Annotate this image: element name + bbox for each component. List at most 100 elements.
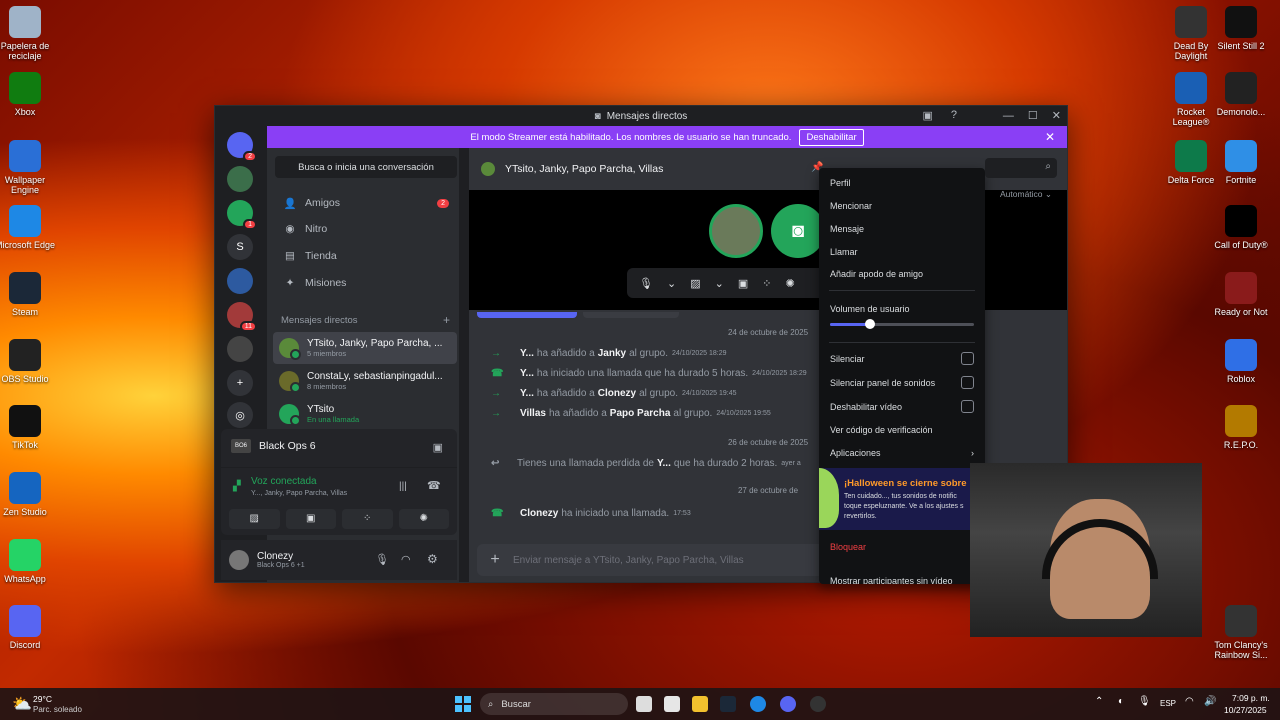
menu-item-profile[interactable]: Perfil (830, 178, 974, 188)
edge-taskbar-icon[interactable] (750, 696, 766, 712)
chevron-up-icon[interactable]: ⌃ (1095, 696, 1103, 707)
message-target[interactable]: Clonezy (598, 388, 636, 399)
nav-shop[interactable]: ▤ Tienda (275, 243, 457, 269)
soundboard-icon[interactable]: ✺ (785, 277, 794, 290)
taskbar-search[interactable]: ⌕ Buscar (480, 693, 628, 715)
volume-slider-handle[interactable] (865, 319, 876, 329)
nav-quests[interactable]: ✦ Misiones (275, 270, 457, 296)
desktop-icon[interactable]: Wallpaper Engine (0, 140, 56, 195)
disable-video-checkbox[interactable] (961, 400, 974, 413)
file-explorer-icon[interactable] (692, 696, 708, 712)
server-icon[interactable] (227, 268, 253, 294)
volume-icon[interactable]: 🔊 (1204, 696, 1216, 707)
menu-item-apps[interactable]: Aplicaciones › (830, 448, 974, 458)
steam-taskbar-icon[interactable] (720, 696, 736, 712)
desktop-icon[interactable]: OBS Studio (0, 339, 56, 384)
avatar[interactable] (229, 550, 249, 570)
obs-taskbar-icon[interactable] (810, 696, 826, 712)
menu-item-disable-video[interactable]: Deshabilitar vídeo (830, 400, 974, 413)
server-icon[interactable] (227, 336, 253, 362)
desktop-icon[interactable]: TikTok (0, 405, 56, 450)
discover-icon[interactable]: ◎ (227, 402, 253, 428)
nav-nitro[interactable]: ◉ Nitro (275, 216, 457, 242)
camera-off-icon[interactable]: ▨ (690, 277, 700, 290)
dm-item[interactable]: ConstaLy, sebastianpingadul... 8 miembros (273, 365, 457, 397)
message-author[interactable]: Villas (520, 408, 546, 419)
desktop-icon[interactable]: Microsoft Edge (0, 205, 56, 250)
halloween-promo[interactable]: ¡Halloween se cierne sobre Ten cuidado..… (819, 468, 985, 530)
add-attachment-icon[interactable]: + (477, 551, 513, 569)
disable-streamer-button[interactable]: Deshabilitar (799, 128, 864, 146)
microphone-icon[interactable]: 🎙 (375, 553, 389, 566)
message-target[interactable]: Janky (598, 348, 626, 359)
disconnect-icon[interactable]: ☎ (427, 479, 441, 492)
activities-button[interactable]: ⁘ (342, 509, 393, 529)
server-icon[interactable]: 2 (227, 132, 257, 162)
message-author[interactable]: Clonezy (520, 508, 558, 519)
activities-icon[interactable]: ⁘ (762, 277, 771, 290)
screen-share-button[interactable]: ▣ (285, 509, 336, 529)
desktop-icon[interactable]: Fortnite (1210, 140, 1272, 185)
menu-item-message[interactable]: Mensaje (830, 224, 974, 234)
clock-time[interactable]: 7:09 p. m. (1232, 693, 1270, 703)
menu-item-mute[interactable]: Silenciar (830, 352, 974, 365)
maximize-button[interactable]: ☐ (1028, 106, 1038, 126)
weather-temp[interactable]: 29°C (33, 694, 52, 704)
close-button[interactable]: ✕ (1052, 106, 1061, 126)
voice-status[interactable]: Voz conectada (251, 476, 317, 487)
chevron-down-icon[interactable]: ⌄ (667, 277, 676, 290)
language-indicator[interactable]: ESP (1160, 699, 1176, 708)
menu-item-mention[interactable]: Mencionar (830, 201, 974, 211)
desktop-icon[interactable]: Steam (0, 272, 56, 317)
chat-search-input[interactable]: ⌕ (985, 158, 1057, 178)
desktop-icon[interactable]: Discord (0, 605, 56, 650)
menu-item-show-participants[interactable]: Mostrar participantes sin vídeo (830, 576, 974, 584)
desktop-icon[interactable]: Call of Duty® (1210, 205, 1272, 250)
menu-item-add-nickname[interactable]: Añadir apodo de amigo (830, 269, 974, 279)
desktop-icon[interactable]: Silent Still 2 (1210, 6, 1272, 51)
wifi-icon[interactable]: ◠ (1185, 696, 1194, 707)
desktop-icon[interactable]: Tom Clancy's Rainbow Si... (1210, 605, 1272, 660)
task-view-icon[interactable] (636, 696, 652, 712)
menu-item-call[interactable]: Llamar (830, 247, 974, 257)
find-conversation-button[interactable]: Busca o inicia una conversación (275, 156, 457, 178)
message-author[interactable]: Y... (520, 368, 534, 379)
message-target[interactable]: Papo Parcha (610, 408, 671, 419)
help-icon[interactable]: ? (951, 109, 957, 122)
mute-checkbox[interactable] (961, 352, 974, 365)
headphones-icon[interactable]: ◠ (401, 553, 411, 566)
call-tab[interactable] (583, 312, 679, 318)
menu-item-verification[interactable]: Ver código de verificación (830, 425, 974, 435)
mic-tray-icon[interactable]: 🎙 (1138, 696, 1151, 707)
stream-icon[interactable]: ▣ (433, 441, 443, 454)
chevron-down-icon[interactable]: ⌄ (715, 277, 724, 290)
server-icon[interactable] (227, 166, 253, 192)
message-author[interactable]: Y... (520, 348, 534, 359)
desktop-icon[interactable]: WhatsApp (0, 539, 56, 584)
banner-close-icon[interactable]: ✕ (1045, 130, 1055, 144)
server-icon[interactable]: 11 (227, 302, 257, 332)
server-icon[interactable]: S (227, 234, 253, 260)
create-dm-icon[interactable]: + (443, 313, 450, 327)
dm-item[interactable]: YTsito, Janky, Papo Parcha, ... 5 miembro… (273, 332, 457, 364)
add-server-icon[interactable]: + (227, 370, 253, 396)
soundboard-button[interactable]: ✺ (398, 509, 449, 529)
menu-item-mute-soundboard[interactable]: Silenciar panel de sonidos (830, 376, 974, 389)
network-icon[interactable]: ◐ (1118, 696, 1124, 707)
call-tab[interactable] (477, 312, 577, 318)
store-icon[interactable] (664, 696, 680, 712)
message-target[interactable]: Y... (657, 458, 671, 469)
desktop-icon[interactable]: R.E.P.O. (1210, 405, 1272, 450)
desktop-icon[interactable]: Roblox (1210, 339, 1272, 384)
desktop-icon[interactable]: Demonolo... (1210, 72, 1272, 117)
desktop-icon[interactable]: Zen Studio (0, 472, 56, 517)
server-icon[interactable]: 1 (227, 200, 257, 230)
search-mode[interactable]: Automático ⌄ (1000, 189, 1052, 200)
message-author[interactable]: Y... (520, 388, 534, 399)
nav-friends[interactable]: 👤 Amigos 2 (275, 190, 457, 216)
volume-slider[interactable] (830, 319, 974, 329)
clock-date[interactable]: 10/27/2025 (1224, 705, 1267, 715)
noise-suppression-icon[interactable]: ||| (399, 481, 407, 492)
mic-toggle-icon[interactable]: 🎙 (639, 277, 653, 290)
settings-gear-icon[interactable]: ⚙ (427, 552, 438, 566)
